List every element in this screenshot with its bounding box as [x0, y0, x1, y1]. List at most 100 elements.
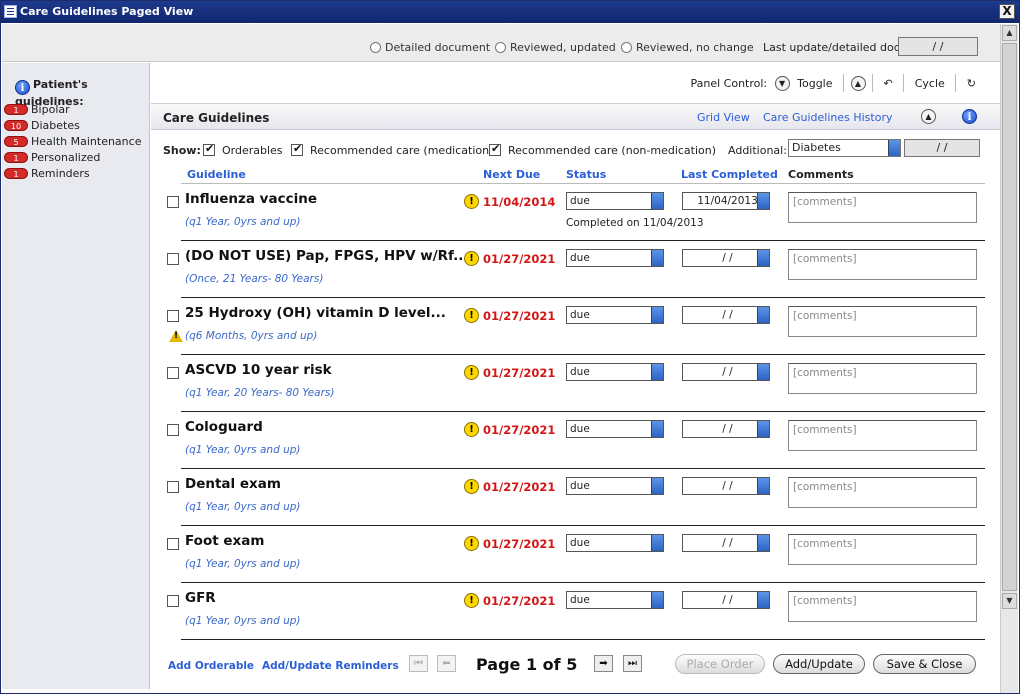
- cycle-button[interactable]: Cycle: [915, 77, 945, 90]
- comments-field[interactable]: [comments]: [788, 363, 977, 394]
- additional-select[interactable]: Diabetes: [788, 139, 901, 157]
- calendar-dropdown-icon[interactable]: [757, 478, 769, 494]
- add-update-button[interactable]: Add/Update: [773, 654, 865, 674]
- additional-date-field[interactable]: / /: [904, 139, 980, 157]
- scroll-thumb[interactable]: [1002, 43, 1017, 591]
- place-order-button[interactable]: Place Order: [675, 654, 765, 674]
- dropdown-arrow-icon[interactable]: [651, 592, 663, 608]
- dropdown-arrow-icon[interactable]: [651, 307, 663, 323]
- guideline-name[interactable]: 25 Hydroxy (OH) vitamin D level...: [185, 305, 446, 321]
- scroll-down-icon[interactable]: ▼: [1002, 593, 1017, 609]
- calendar-dropdown-icon[interactable]: [757, 535, 769, 551]
- checkbox-checked-icon[interactable]: [203, 142, 215, 156]
- last-completed-field[interactable]: / /: [682, 477, 770, 495]
- sidebar-item-health-maintenance[interactable]: 5 Health Maintenance: [4, 134, 141, 150]
- status-select[interactable]: due: [566, 591, 664, 609]
- status-select[interactable]: due: [566, 363, 664, 381]
- undo-icon[interactable]: ↶: [884, 77, 893, 90]
- dropdown-arrow-icon[interactable]: [651, 535, 663, 551]
- info-icon[interactable]: i: [962, 109, 977, 124]
- calendar-dropdown-icon[interactable]: [757, 250, 769, 266]
- prev-page-icon[interactable]: ⬅: [437, 655, 456, 672]
- save-close-button[interactable]: Save & Close: [873, 654, 976, 674]
- dropdown-arrow-icon[interactable]: [651, 193, 663, 209]
- guideline-name[interactable]: (DO NOT USE) Pap, FPGS, HPV w/Rf...: [185, 248, 469, 264]
- comments-field[interactable]: [comments]: [788, 534, 977, 565]
- sidebar-item-diabetes[interactable]: 10 Diabetes: [4, 118, 141, 134]
- add-reminders-link[interactable]: Add/Update Reminders: [262, 660, 399, 672]
- row-checkbox[interactable]: [167, 424, 179, 436]
- dropdown-arrow-icon[interactable]: [651, 478, 663, 494]
- comments-field[interactable]: [comments]: [788, 192, 977, 223]
- vertical-scrollbar[interactable]: ▲ ▼: [1000, 24, 1018, 693]
- checkbox-checked-icon[interactable]: [489, 142, 501, 156]
- status-select[interactable]: due: [566, 192, 664, 210]
- toggle-button[interactable]: Toggle: [797, 77, 832, 90]
- add-orderable-link[interactable]: Add Orderable: [168, 660, 254, 672]
- row-checkbox[interactable]: [167, 310, 179, 322]
- guideline-name[interactable]: GFR: [185, 590, 216, 606]
- col-status[interactable]: Status: [566, 168, 606, 181]
- col-last-completed[interactable]: Last Completed: [681, 168, 778, 181]
- sidebar-item-bipolar[interactable]: 1 Bipolar: [4, 102, 141, 118]
- last-page-icon[interactable]: ⏭: [623, 655, 642, 672]
- guideline-name[interactable]: Dental exam: [185, 476, 281, 492]
- status-select[interactable]: due: [566, 534, 664, 552]
- checkbox-checked-icon[interactable]: [291, 142, 303, 156]
- comments-field[interactable]: [comments]: [788, 249, 977, 280]
- row-checkbox[interactable]: [167, 595, 179, 607]
- calendar-dropdown-icon[interactable]: [757, 193, 769, 209]
- scroll-up-icon[interactable]: ▲: [1002, 25, 1017, 41]
- row-checkbox[interactable]: [167, 196, 179, 208]
- row-checkbox[interactable]: [167, 253, 179, 265]
- comments-field[interactable]: [comments]: [788, 477, 977, 508]
- status-select[interactable]: due: [566, 477, 664, 495]
- collapse-section-icon[interactable]: ▲: [921, 109, 936, 124]
- comments-field[interactable]: [comments]: [788, 306, 977, 337]
- history-link[interactable]: Care Guidelines History: [763, 111, 892, 124]
- dropdown-arrow-icon[interactable]: [651, 421, 663, 437]
- dropdown-arrow-icon[interactable]: [651, 250, 663, 266]
- row-checkbox[interactable]: [167, 481, 179, 493]
- calendar-dropdown-icon[interactable]: [757, 364, 769, 380]
- guideline-name[interactable]: ASCVD 10 year risk: [185, 362, 332, 378]
- toggle-down-icon[interactable]: ▼: [774, 75, 790, 91]
- last-completed-field[interactable]: / /: [682, 306, 770, 324]
- last-completed-field[interactable]: 11/04/2013: [682, 192, 770, 210]
- filter-orderables[interactable]: Orderables: [203, 142, 283, 157]
- last-completed-field[interactable]: / /: [682, 534, 770, 552]
- next-page-icon[interactable]: ➡: [594, 655, 613, 672]
- status-select[interactable]: due: [566, 306, 664, 324]
- filter-recommended-medication[interactable]: Recommended care (medication): [291, 142, 493, 157]
- radio-reviewed-no-change[interactable]: Reviewed, no change: [621, 41, 754, 54]
- close-button[interactable]: X: [999, 4, 1015, 19]
- grid-view-link[interactable]: Grid View: [697, 111, 750, 124]
- filter-recommended-non-medication[interactable]: Recommended care (non-medication): [489, 142, 716, 157]
- row-checkbox[interactable]: [167, 538, 179, 550]
- comments-field[interactable]: [comments]: [788, 591, 977, 622]
- sidebar-item-reminders[interactable]: 1 Reminders: [4, 166, 141, 182]
- last-completed-field[interactable]: / /: [682, 420, 770, 438]
- col-next-due[interactable]: Next Due: [483, 168, 540, 181]
- calendar-dropdown-icon[interactable]: [757, 307, 769, 323]
- guideline-name[interactable]: Cologuard: [185, 419, 263, 435]
- cycle-arrow-icon[interactable]: ↻: [967, 77, 976, 90]
- sidebar-item-personalized[interactable]: 1 Personalized: [4, 150, 141, 166]
- col-guideline[interactable]: Guideline: [187, 168, 246, 181]
- guideline-name[interactable]: Influenza vaccine: [185, 191, 317, 207]
- guideline-name[interactable]: Foot exam: [185, 533, 264, 549]
- radio-reviewed-updated[interactable]: Reviewed, updated: [495, 41, 616, 54]
- calendar-dropdown-icon[interactable]: [757, 592, 769, 608]
- dropdown-arrow-icon[interactable]: [651, 364, 663, 380]
- status-select[interactable]: due: [566, 249, 664, 267]
- dropdown-arrow-icon[interactable]: [888, 140, 900, 156]
- last-update-date-field[interactable]: / /: [898, 37, 978, 56]
- comments-field[interactable]: [comments]: [788, 420, 977, 451]
- radio-detailed-document[interactable]: Detailed document: [370, 41, 490, 54]
- status-select[interactable]: due: [566, 420, 664, 438]
- calendar-dropdown-icon[interactable]: [757, 421, 769, 437]
- collapse-up-icon[interactable]: ▲: [850, 75, 866, 91]
- last-completed-field[interactable]: / /: [682, 363, 770, 381]
- last-completed-field[interactable]: / /: [682, 249, 770, 267]
- row-checkbox[interactable]: [167, 367, 179, 379]
